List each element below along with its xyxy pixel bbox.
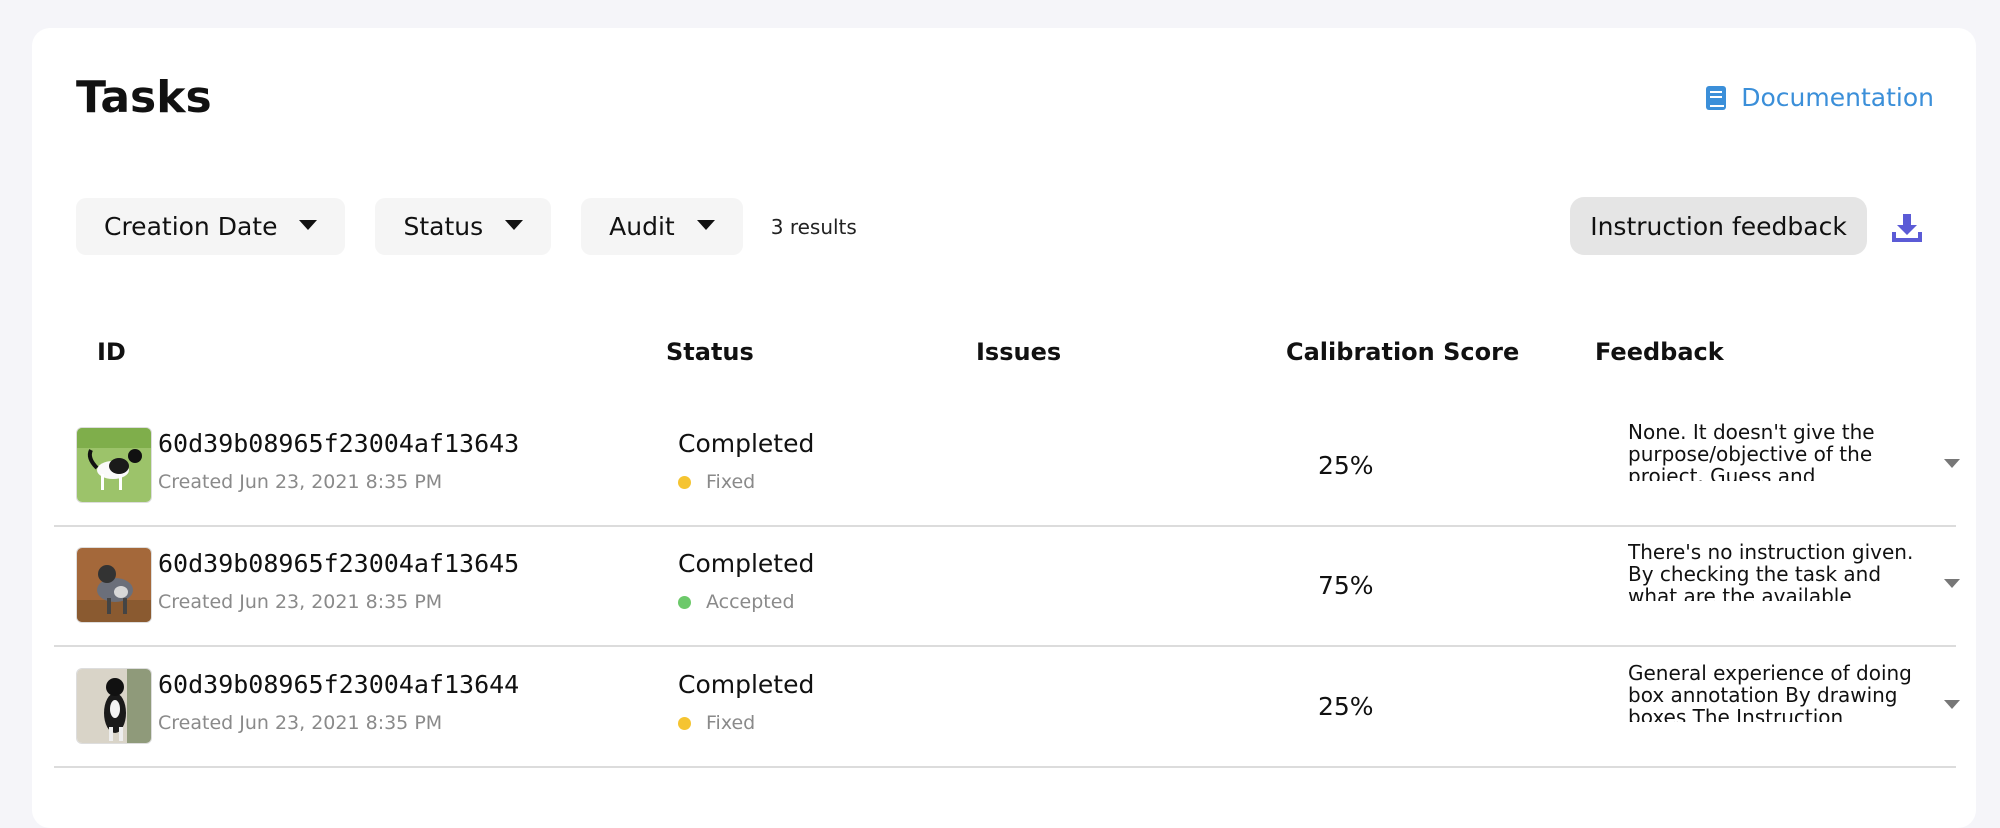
- column-feedback: Feedback: [1595, 338, 1724, 366]
- status-filter[interactable]: Status: [375, 198, 552, 255]
- green-dot-icon: [678, 595, 691, 609]
- filter-bar: Creation Date Status Audit 3 results: [76, 198, 857, 255]
- documentation-link[interactable]: Documentation: [1705, 83, 1934, 112]
- column-id: ID: [97, 338, 126, 366]
- feedback-text: None. It doesn't give the purpose/object…: [1628, 421, 1875, 481]
- creation-date-label: Creation Date: [104, 212, 278, 241]
- badge-label: Accepted: [706, 591, 795, 613]
- feedback-text: General experience of doing box annotati…: [1628, 662, 1912, 722]
- task-thumbnail: [76, 547, 152, 623]
- status-badge: Fixed: [678, 471, 755, 493]
- caret-down-icon: [505, 219, 524, 230]
- creation-date-filter[interactable]: Creation Date: [76, 198, 346, 255]
- book-icon: [1706, 85, 1727, 110]
- status-text: Completed: [678, 429, 815, 458]
- task-id[interactable]: 60d39b08965f23004af13644: [158, 670, 519, 699]
- yellow-dot-icon: [678, 716, 691, 730]
- expand-caret-icon[interactable]: [1944, 579, 1960, 588]
- table-header: ID Status Issues Calibration Score Feedb…: [32, 338, 1976, 378]
- column-calibration-score: Calibration Score: [1286, 338, 1520, 366]
- status-badge: Fixed: [678, 712, 755, 734]
- table-row[interactable]: 60d39b08965f23004af13645 Created Jun 23,…: [54, 527, 1960, 647]
- audit-filter[interactable]: Audit: [581, 198, 743, 255]
- yellow-dot-icon: [678, 475, 691, 489]
- documentation-label: Documentation: [1741, 83, 1934, 112]
- calibration-score: 25%: [1318, 451, 1374, 480]
- task-id[interactable]: 60d39b08965f23004af13645: [158, 549, 519, 578]
- caret-down-icon: [299, 219, 318, 230]
- column-status: Status: [666, 338, 754, 366]
- page-title: Tasks: [76, 72, 212, 123]
- created-timestamp: Created Jun 23, 2021 8:35 PM: [158, 591, 443, 613]
- badge-label: Fixed: [706, 712, 756, 734]
- task-thumbnail: [76, 668, 152, 744]
- instruction-feedback-button[interactable]: Instruction feedback: [1570, 197, 1867, 255]
- column-issues: Issues: [976, 338, 1062, 366]
- expand-caret-icon[interactable]: [1944, 459, 1960, 468]
- feedback-text: There's no instruction given. By checkin…: [1628, 541, 1914, 601]
- calibration-score: 75%: [1318, 571, 1374, 600]
- task-id[interactable]: 60d39b08965f23004af13643: [158, 429, 519, 458]
- task-thumbnail: [76, 427, 152, 503]
- table-row[interactable]: 60d39b08965f23004af13644 Created Jun 23,…: [54, 648, 1960, 768]
- download-icon[interactable]: [1892, 212, 1922, 242]
- table-row[interactable]: 60d39b08965f23004af13643 Created Jun 23,…: [54, 407, 1960, 527]
- tasks-panel: Tasks Documentation Creation Date Status…: [32, 28, 1976, 828]
- status-text: Completed: [678, 670, 815, 699]
- status-filter-label: Status: [403, 212, 484, 241]
- created-timestamp: Created Jun 23, 2021 8:35 PM: [158, 712, 443, 734]
- expand-caret-icon[interactable]: [1944, 700, 1960, 709]
- audit-filter-label: Audit: [609, 212, 675, 241]
- status-badge: Accepted: [678, 591, 795, 613]
- results-count: 3 results: [770, 214, 857, 239]
- created-timestamp: Created Jun 23, 2021 8:35 PM: [158, 471, 443, 493]
- status-text: Completed: [678, 549, 815, 578]
- badge-label: Fixed: [706, 471, 756, 493]
- calibration-score: 25%: [1318, 692, 1374, 721]
- caret-down-icon: [696, 219, 715, 230]
